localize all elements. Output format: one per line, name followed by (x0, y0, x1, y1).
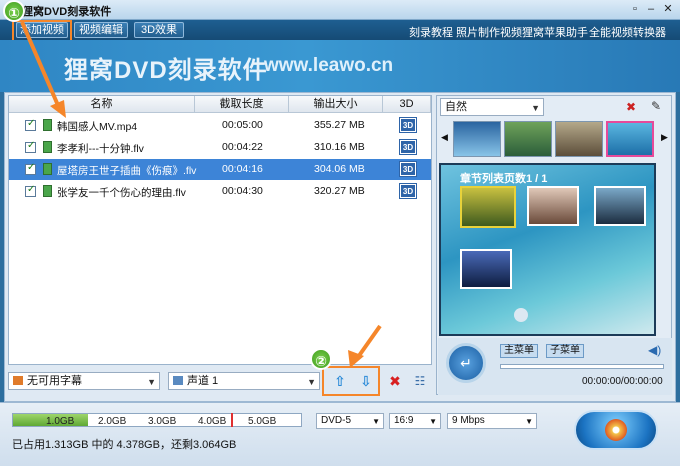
annotation-arrow-1 (20, 21, 382, 368)
annotation-marker-2: ② (310, 348, 332, 370)
annotation-marker-1: ① (3, 0, 25, 22)
